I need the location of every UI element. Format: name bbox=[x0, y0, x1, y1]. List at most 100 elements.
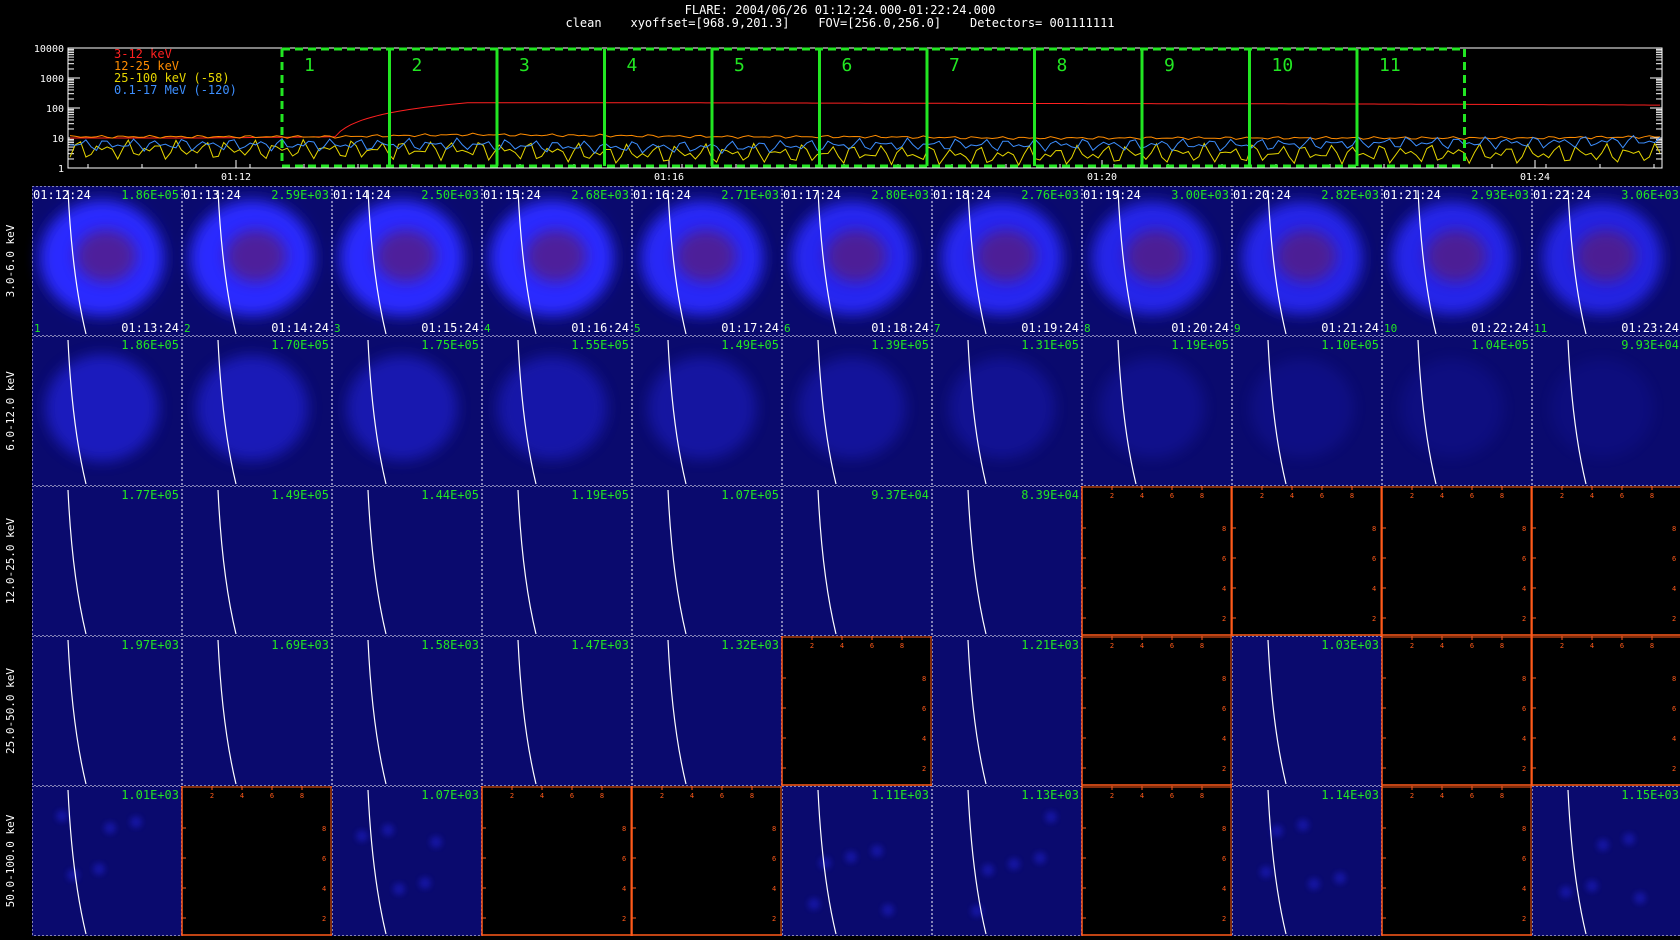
intensity-max-label: 1.13E+03 bbox=[1021, 788, 1079, 802]
interval-number: 11 bbox=[1379, 55, 1401, 76]
flare-source-blob bbox=[346, 355, 458, 461]
noise-speck bbox=[808, 898, 820, 910]
flare-source-blob bbox=[196, 355, 308, 461]
empty-y-tick-label: 8 bbox=[922, 675, 926, 683]
start-time-label: 01:12:24 bbox=[33, 188, 91, 202]
empty-y-tick-label: 8 bbox=[1522, 675, 1526, 683]
empty-y-tick-label: 2 bbox=[1672, 615, 1676, 623]
end-time-label: 01:23:24 bbox=[1621, 321, 1679, 335]
intensity-max-label: 2.82E+03 bbox=[1321, 188, 1379, 202]
empty-y-tick-label: 8 bbox=[322, 825, 326, 833]
empty-x-tick-label: 2 bbox=[810, 642, 814, 650]
image-cell: 1.07E+05 bbox=[632, 486, 782, 636]
energy-band-label: 50.0-100.0 keV bbox=[4, 814, 17, 907]
intensity-max-label: 1.49E+05 bbox=[271, 488, 329, 502]
intensity-max-label: 1.49E+05 bbox=[721, 338, 779, 352]
start-time-label: 01:15:24 bbox=[483, 188, 541, 202]
lightcurve-series-line bbox=[69, 132, 1661, 141]
image-cell: 1.21E+03 bbox=[932, 636, 1082, 786]
energy-band-label: 12.0-25.0 keV bbox=[4, 518, 17, 604]
noise-speck bbox=[1334, 872, 1346, 884]
image-cell: 1.32E+03 bbox=[632, 636, 782, 786]
noise-speck bbox=[1271, 825, 1283, 837]
empty-x-tick-label: 4 bbox=[1140, 492, 1144, 500]
empty-y-tick-label: 6 bbox=[1522, 705, 1526, 713]
frame-number-label: 1 bbox=[34, 322, 41, 335]
intensity-max-label: 1.14E+03 bbox=[1321, 788, 1379, 802]
empty-y-tick-label: 2 bbox=[622, 915, 626, 923]
empty-image-background bbox=[1532, 486, 1680, 636]
empty-y-tick-label: 2 bbox=[1522, 615, 1526, 623]
intensity-max-label: 1.03E+03 bbox=[1321, 638, 1379, 652]
empty-image-background bbox=[1082, 786, 1232, 936]
noise-speck bbox=[819, 857, 831, 869]
image-background bbox=[1232, 786, 1382, 936]
image-background bbox=[332, 636, 482, 786]
y-tick-label: 1 bbox=[58, 164, 64, 175]
image-background bbox=[782, 786, 932, 936]
intensity-max-label: 1.75E+05 bbox=[421, 338, 479, 352]
empty-y-tick-label: 6 bbox=[622, 855, 626, 863]
noise-speck bbox=[356, 830, 368, 842]
intensity-max-label: 1.07E+03 bbox=[421, 788, 479, 802]
noise-speck bbox=[1597, 839, 1609, 851]
empty-x-tick-label: 8 bbox=[1650, 492, 1654, 500]
frame-number-label: 10 bbox=[1384, 322, 1397, 335]
noise-speck bbox=[1045, 811, 1057, 823]
intensity-max-label: 1.31E+05 bbox=[1021, 338, 1079, 352]
empty-y-tick-label: 6 bbox=[1522, 555, 1526, 563]
noise-speck bbox=[1586, 880, 1598, 892]
empty-image-background bbox=[1082, 486, 1232, 636]
flare-source-core bbox=[1426, 230, 1486, 282]
legend-entry: 0.1-17 MeV (-120) bbox=[114, 83, 237, 97]
noise-speck bbox=[1560, 886, 1572, 898]
end-time-label: 01:18:24 bbox=[871, 321, 929, 335]
image-background bbox=[332, 786, 482, 936]
empty-y-tick-label: 4 bbox=[1372, 585, 1376, 593]
image-cell: 9.37E+04 bbox=[782, 486, 932, 636]
image-cell: 1.86E+05 bbox=[32, 336, 182, 486]
empty-image-background bbox=[1082, 636, 1232, 786]
lightcurve-panel: 11010010001000001:12 01:16 01:20 01:243-12 … bbox=[34, 44, 1663, 183]
empty-x-tick-label: 4 bbox=[1290, 492, 1294, 500]
flare-source-core bbox=[76, 230, 136, 282]
image-cell: 1.10E+05 bbox=[1232, 336, 1382, 486]
noise-speck bbox=[882, 904, 894, 916]
image-cell: 1.14E+03 bbox=[1232, 786, 1382, 936]
image-cell: 2.68E+03 01:15:24 01:16:24 4 bbox=[482, 186, 632, 336]
empty-y-tick-label: 8 bbox=[1672, 675, 1676, 683]
intensity-max-label: 1.15E+03 bbox=[1621, 788, 1679, 802]
end-time-label: 01:20:24 bbox=[1171, 321, 1229, 335]
empty-x-tick-label: 4 bbox=[1140, 792, 1144, 800]
empty-y-tick-label: 4 bbox=[1222, 585, 1226, 593]
y-tick-label: 10 bbox=[52, 134, 64, 145]
empty-y-tick-label: 2 bbox=[1372, 615, 1376, 623]
noise-speck bbox=[1260, 866, 1272, 878]
flare-source-core bbox=[1276, 230, 1336, 282]
empty-x-tick-label: 8 bbox=[300, 792, 304, 800]
empty-y-tick-label: 4 bbox=[1672, 735, 1676, 743]
empty-y-tick-label: 2 bbox=[1522, 915, 1526, 923]
empty-x-tick-label: 6 bbox=[570, 792, 574, 800]
image-cell: 1.11E+03 bbox=[782, 786, 932, 936]
empty-y-tick-label: 2 bbox=[772, 915, 776, 923]
empty-x-tick-label: 4 bbox=[1590, 642, 1594, 650]
empty-image-background bbox=[1232, 486, 1382, 636]
empty-y-tick-label: 6 bbox=[1222, 855, 1226, 863]
empty-y-tick-label: 2 bbox=[1222, 765, 1226, 773]
empty-x-tick-label: 4 bbox=[1590, 492, 1594, 500]
intensity-max-label: 9.93E+04 bbox=[1621, 338, 1679, 352]
end-time-label: 01:19:24 bbox=[1021, 321, 1079, 335]
intensity-max-label: 1.19E+05 bbox=[571, 488, 629, 502]
flare-source-blob bbox=[1400, 358, 1504, 458]
y-tick-label: 1000 bbox=[40, 74, 64, 85]
intensity-max-label: 1.32E+03 bbox=[721, 638, 779, 652]
start-time-label: 01:14:24 bbox=[333, 188, 391, 202]
image-background bbox=[32, 636, 182, 786]
image-cell: 1.03E+03 bbox=[1232, 636, 1382, 786]
flare-source-core bbox=[826, 230, 886, 282]
intensity-max-label: 1.07E+05 bbox=[721, 488, 779, 502]
intensity-max-label: 1.86E+05 bbox=[121, 188, 179, 202]
end-time-label: 01:13:24 bbox=[121, 321, 179, 335]
image-cell: 8.39E+04 bbox=[932, 486, 1082, 636]
